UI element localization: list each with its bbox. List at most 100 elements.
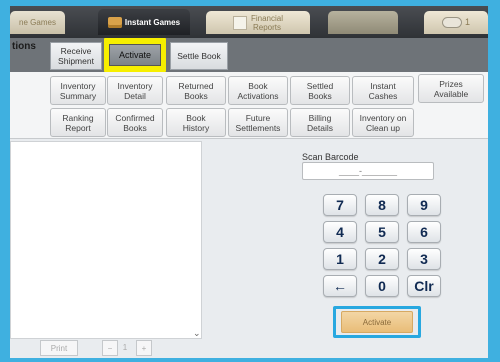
report-line1: Prizes	[439, 78, 463, 89]
receive-line2: Shipment	[58, 56, 94, 66]
receive-shipment-button[interactable]: Receive Shipment	[50, 42, 102, 70]
report-label: Returned Books	[179, 81, 214, 101]
report-line1: Book	[248, 80, 268, 91]
increment-button[interactable]: +	[136, 340, 152, 356]
report-icon	[232, 15, 247, 30]
key-8[interactable]: 8	[365, 194, 399, 216]
report-line2: History	[182, 122, 210, 133]
report-label: Inventory Summary	[60, 81, 96, 101]
report-line1: Inventory	[60, 80, 96, 91]
inventory-clean-up-button[interactable]: Inventory on Clean up	[352, 108, 414, 137]
tab-financial-line1: Financial	[250, 13, 283, 23]
decrement-button[interactable]: −	[102, 340, 118, 356]
report-label: Book Activations	[237, 81, 278, 101]
report-line1: Book	[186, 112, 206, 123]
inventory-detail-button[interactable]: Inventory Detail	[107, 76, 163, 105]
key-9[interactable]: 9	[407, 194, 441, 216]
print-button[interactable]: Print	[40, 340, 78, 356]
report-line1: Settled	[306, 80, 334, 91]
print-controls: Print − 1 +	[10, 338, 200, 358]
scan-barcode-input[interactable]	[302, 162, 434, 180]
key-1[interactable]: 1	[323, 248, 357, 270]
key-4[interactable]: 4	[323, 221, 357, 243]
numeric-keypad: 7 8 9 4 5 6 1 2 3 ← 0 Clr	[323, 194, 443, 304]
tab-settings-label: 1	[464, 17, 470, 27]
report-line2: Settlements	[235, 122, 281, 133]
report-label: Ranking Report	[62, 113, 93, 133]
key-2[interactable]: 2	[365, 248, 399, 270]
report-label: Prizes Available	[434, 79, 468, 99]
report-line2: Clean up	[365, 122, 401, 133]
report-line2: Activations	[237, 90, 279, 101]
report-line1: Inventory on	[359, 112, 407, 123]
tab-online-games-label: ne Games	[19, 18, 56, 27]
box-icon	[107, 16, 122, 28]
settled-books-button[interactable]: Settled Books	[290, 76, 350, 105]
receive-line1: Receive	[60, 46, 92, 56]
ranking-report-button[interactable]: Ranking Report	[50, 108, 106, 137]
action-bar: tions Receive Shipment Activate Settle B…	[10, 38, 488, 72]
report-line2: Details	[307, 122, 333, 133]
key-5[interactable]: 5	[365, 221, 399, 243]
book-history-button[interactable]: Book History	[166, 108, 226, 137]
report-label: Future Settlements	[236, 113, 281, 133]
returned-books-button[interactable]: Returned Books	[166, 76, 226, 105]
report-label: Book History	[183, 113, 209, 133]
report-label: Settled Books	[307, 81, 333, 101]
tab-financial-line2: Reports	[252, 22, 281, 32]
key-6[interactable]: 6	[407, 221, 441, 243]
report-label: Inventory on Clean up	[360, 113, 407, 133]
settle-book-button[interactable]: Settle Book	[170, 42, 228, 70]
report-line1: Billing	[308, 112, 332, 123]
report-line1: Future	[245, 112, 271, 123]
report-line2: Detail	[124, 90, 146, 101]
report-line2: Books	[123, 122, 147, 133]
tab-financial-reports[interactable]: Financial Reports	[206, 11, 310, 34]
tab-instant-games[interactable]: Instant Games	[98, 9, 190, 35]
report-line1: Instant	[370, 80, 396, 91]
backspace-key[interactable]: ←	[323, 275, 357, 297]
report-line1: Returned	[178, 80, 214, 91]
report-label: Billing Details	[307, 113, 333, 133]
report-label: Confirmed Books	[115, 113, 154, 133]
top-tab-bar: ne Games Instant Games Financial Reports…	[10, 6, 488, 38]
tab-online-games[interactable]: ne Games	[10, 11, 65, 34]
tab-settings[interactable]: 1	[424, 11, 488, 34]
tab-instant-games-label: Instant Games	[124, 17, 181, 27]
app-screen: ne Games Instant Games Financial Reports…	[10, 6, 488, 358]
inventory-summary-button[interactable]: Inventory Summary	[50, 76, 106, 105]
prizes-available-button[interactable]: Prizes Available	[418, 74, 484, 103]
tab-other[interactable]	[328, 11, 398, 34]
future-settlements-button[interactable]: Future Settlements	[228, 108, 288, 137]
report-line1: Ranking	[62, 112, 94, 123]
report-line2: Books	[308, 90, 332, 101]
receive-shipment-label: Receive Shipment	[58, 46, 94, 66]
report-line2: Summary	[59, 90, 97, 101]
preview-area	[10, 141, 202, 339]
confirmed-books-button[interactable]: Confirmed Books	[107, 108, 163, 137]
scan-barcode-label: Scan Barcode	[302, 152, 359, 162]
report-line2: Books	[184, 90, 208, 101]
report-line2: Report	[65, 122, 91, 133]
section-label: tions	[12, 41, 36, 52]
key-3[interactable]: 3	[407, 248, 441, 270]
instant-cashes-button[interactable]: Instant Cashes	[352, 76, 414, 105]
key-0[interactable]: 0	[365, 275, 399, 297]
book-activations-button[interactable]: Book Activations	[228, 76, 288, 105]
report-label: Instant Cashes	[369, 81, 398, 101]
activate-tab-button[interactable]: Activate	[109, 44, 161, 66]
key-7[interactable]: 7	[323, 194, 357, 216]
activate-button[interactable]: Activate	[341, 311, 413, 333]
reports-grid: Inventory Summary Inventory Detail Returne…	[10, 72, 488, 139]
report-line2: Cashes	[368, 90, 398, 101]
billing-details-button[interactable]: Billing Details	[290, 108, 350, 137]
toggle-icon	[441, 17, 462, 28]
activate-tab-highlight: Activate	[104, 38, 166, 72]
copies-count: 1	[122, 342, 128, 352]
report-line2: Available	[433, 88, 469, 99]
clear-key[interactable]: Clr	[407, 275, 441, 297]
report-label: Inventory Detail	[118, 81, 153, 101]
tab-financial-label: Financial Reports	[251, 14, 283, 32]
report-line1: Confirmed	[115, 112, 155, 123]
report-line1: Inventory	[117, 80, 153, 91]
